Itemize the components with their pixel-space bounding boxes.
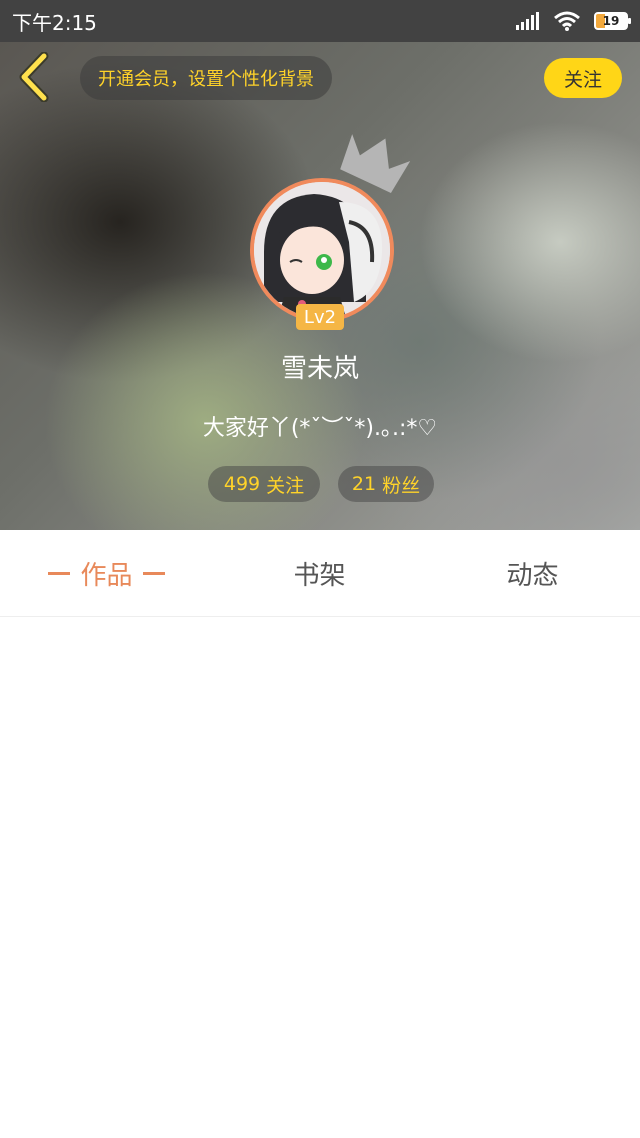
fans-label: 粉丝 bbox=[382, 474, 421, 497]
following-stat[interactable]: 499 关注 bbox=[208, 466, 320, 502]
level-text: Lv2 bbox=[303, 306, 337, 328]
active-indicator-left bbox=[48, 571, 71, 575]
tab-works-label: 作品 bbox=[80, 560, 133, 591]
bio-text: 大家好丫(*ˇ︶ˇ*).｡.:*♡ bbox=[202, 416, 438, 441]
battery-icon: 19 bbox=[594, 12, 631, 30]
status-bar: 下午2:15 19 bbox=[0, 0, 640, 42]
vip-background-prompt[interactable]: 开通会员，设置个性化背景 bbox=[80, 56, 332, 100]
tab-activity-label: 动态 bbox=[506, 560, 559, 591]
follow-button[interactable]: 关注 bbox=[544, 58, 622, 98]
wifi-icon bbox=[554, 11, 580, 31]
signal-icon bbox=[516, 12, 539, 30]
active-indicator-right bbox=[142, 571, 165, 575]
back-arrow-icon[interactable] bbox=[14, 52, 54, 102]
battery-level: 19 bbox=[602, 14, 620, 28]
profile-header: 开通会员，设置个性化背景 关注 Lv2 雪未岚 大家好丫(*ˇ︶ˇ*).｡.:*… bbox=[0, 42, 640, 530]
username: 雪未岚 bbox=[280, 354, 359, 384]
following-count: 499 bbox=[223, 473, 261, 495]
level-badge: Lv2 bbox=[296, 304, 344, 330]
vip-prompt-text: 开通会员，设置个性化背景 bbox=[98, 69, 314, 90]
status-icons: 19 bbox=[516, 10, 631, 32]
status-time: 下午2:15 bbox=[12, 11, 97, 35]
following-label: 关注 bbox=[266, 474, 305, 497]
follow-button-label: 关注 bbox=[563, 68, 602, 91]
avatar[interactable] bbox=[250, 178, 394, 322]
tab-works[interactable]: 作品 bbox=[0, 530, 213, 616]
tab-bookshelf-label: 书架 bbox=[293, 560, 346, 591]
tab-bookshelf[interactable]: 书架 bbox=[213, 530, 426, 616]
fans-count: 21 bbox=[351, 473, 377, 495]
tab-activity[interactable]: 动态 bbox=[426, 530, 639, 616]
avatar-image bbox=[254, 182, 390, 318]
profile-tabs: 作品 书架 动态 bbox=[0, 530, 640, 617]
tab-content-area bbox=[0, 617, 640, 1138]
fans-stat[interactable]: 21 粉丝 bbox=[338, 466, 434, 502]
